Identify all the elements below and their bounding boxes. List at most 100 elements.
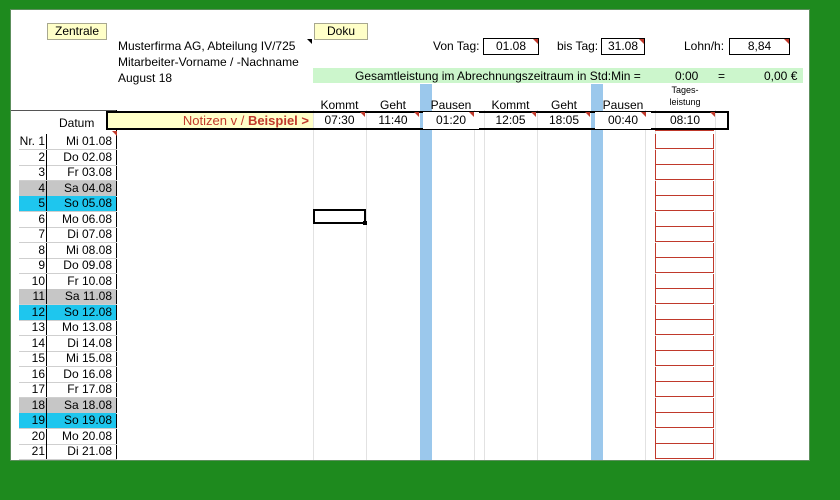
summary-bar: Gesamtleistung im Abrechnungszeitraum in… bbox=[313, 68, 803, 83]
tagesleistung-cell bbox=[655, 150, 714, 165]
example-kommt-1[interactable]: 07:30 bbox=[313, 112, 366, 129]
row-number: 21 bbox=[31, 444, 45, 458]
row-date[interactable]: So 19.08 bbox=[47, 413, 116, 428]
grid-line bbox=[313, 110, 314, 460]
row-date[interactable]: Fr 03.08 bbox=[47, 165, 116, 180]
tagesleistung-cell bbox=[655, 212, 714, 227]
tagesleistung-cell bbox=[655, 289, 714, 304]
header-pausen-2: Pausen bbox=[602, 98, 644, 112]
row-number: 15 bbox=[31, 351, 45, 365]
row-date[interactable]: Mi 01.08 bbox=[47, 134, 116, 149]
selected-cell[interactable] bbox=[313, 209, 367, 225]
row-number: 18 bbox=[31, 398, 45, 412]
tagesleistung-cell bbox=[655, 320, 714, 335]
tagesleistung-cell bbox=[655, 258, 714, 273]
header-kommt-1: Kommt bbox=[320, 98, 359, 112]
comment-marker bbox=[585, 112, 590, 117]
bis-tag-field[interactable]: 31.08 bbox=[601, 38, 645, 55]
lohn-value: 8,84 bbox=[747, 39, 772, 53]
tagesleistung-cell bbox=[655, 274, 714, 289]
row-date[interactable]: Mi 15.08 bbox=[47, 351, 116, 366]
comment-marker bbox=[533, 39, 538, 44]
row-line bbox=[19, 459, 117, 460]
header-datum: Datum bbox=[59, 116, 95, 130]
header-tages-line1: Tages- bbox=[671, 85, 699, 95]
summary-label: Gesamtleistung im Abrechnungszeitraum in… bbox=[355, 69, 641, 83]
row-number: 14 bbox=[31, 336, 45, 350]
doku-button[interactable]: Doku bbox=[314, 23, 368, 40]
row-number: Nr. 1 bbox=[19, 134, 45, 148]
header-tages-line2: leistung bbox=[669, 97, 701, 107]
tagesleistung-cell bbox=[655, 413, 714, 428]
row-date[interactable]: Di 14.08 bbox=[47, 336, 116, 351]
month-label[interactable]: August 18 bbox=[118, 71, 172, 85]
zentrale-button[interactable]: Zentrale bbox=[47, 23, 107, 40]
tagesleistung-cell bbox=[655, 429, 714, 444]
row-number: 6 bbox=[38, 212, 45, 226]
example-geht-1[interactable]: 11:40 bbox=[366, 112, 420, 129]
grid-line bbox=[715, 110, 716, 460]
row-date[interactable]: Mo 13.08 bbox=[47, 320, 116, 335]
company-name[interactable]: Musterfirma AG, Abteilung IV/725 bbox=[118, 39, 295, 53]
comment-marker bbox=[639, 39, 644, 44]
summary-amount: 0,00 € bbox=[764, 69, 798, 83]
von-tag-label: Von Tag: bbox=[433, 39, 480, 53]
row-date[interactable]: So 05.08 bbox=[47, 196, 116, 211]
row-date[interactable]: Do 16.08 bbox=[47, 367, 116, 382]
grid-line bbox=[537, 110, 538, 460]
tagesleistung-cell bbox=[655, 444, 714, 459]
lohn-field[interactable]: 8,84 bbox=[729, 38, 790, 55]
grid-line bbox=[366, 110, 367, 460]
row-date[interactable]: So 12.08 bbox=[47, 305, 116, 320]
pausen-column-1 bbox=[420, 84, 432, 460]
row-number: 3 bbox=[38, 165, 45, 179]
example-geht-2[interactable]: 18:05 bbox=[537, 112, 591, 129]
row-number: 20 bbox=[31, 429, 45, 443]
row-date[interactable]: Sa 11.08 bbox=[47, 289, 116, 304]
row-date[interactable]: Sa 04.08 bbox=[47, 181, 116, 196]
row-date[interactable]: Mo 20.08 bbox=[47, 429, 116, 444]
row-number: 2 bbox=[38, 150, 45, 164]
row-number: 17 bbox=[31, 382, 45, 396]
lohn-label: Lohn/h: bbox=[684, 39, 725, 53]
beispiel-label: Beispiel > bbox=[247, 113, 309, 128]
tagesleistung-cell bbox=[655, 351, 714, 366]
von-tag-field[interactable]: 01.08 bbox=[483, 38, 539, 55]
row-number: 19 bbox=[31, 413, 45, 427]
notizen-cell[interactable]: Notizen v / Beispiel > bbox=[108, 113, 313, 128]
fill-handle[interactable] bbox=[363, 221, 367, 225]
comment-marker bbox=[469, 112, 474, 117]
example-kommt-2[interactable]: 12:05 bbox=[484, 112, 537, 129]
row-date[interactable]: Di 21.08 bbox=[47, 444, 116, 459]
header-geht-1: Geht bbox=[379, 98, 406, 112]
header-kommt-2: Kommt bbox=[491, 98, 530, 112]
tagesleistung-cell bbox=[655, 134, 714, 149]
row-date[interactable]: Fr 10.08 bbox=[47, 274, 116, 289]
tagesleistung-cell bbox=[655, 336, 714, 351]
row-date[interactable]: Do 09.08 bbox=[47, 258, 116, 273]
row-date[interactable]: Fr 17.08 bbox=[47, 382, 116, 397]
tagesleistung-top-border bbox=[655, 130, 714, 131]
row-date[interactable]: Sa 18.08 bbox=[47, 398, 116, 413]
comment-marker bbox=[641, 112, 646, 117]
tagesleistung-cell bbox=[655, 382, 714, 397]
tagesleistung-cell bbox=[655, 243, 714, 258]
comment-marker bbox=[360, 112, 365, 117]
bis-tag-value: 31.08 bbox=[607, 39, 639, 53]
bis-tag-label: bis Tag: bbox=[557, 39, 599, 53]
summary-time: 0:00 bbox=[675, 69, 699, 83]
row-number: 4 bbox=[38, 181, 45, 195]
tagesleistung-cell bbox=[655, 181, 714, 196]
row-number: 7 bbox=[38, 227, 45, 241]
row-date[interactable]: Do 02.08 bbox=[47, 150, 116, 165]
row-date[interactable]: Di 07.08 bbox=[47, 227, 116, 242]
header-geht-2: Geht bbox=[550, 98, 577, 112]
tagesleistung-cell bbox=[655, 367, 714, 382]
header-separator bbox=[11, 110, 117, 111]
tagesleistung-cell bbox=[655, 165, 714, 180]
tagesleistung-cell bbox=[655, 227, 714, 242]
employee-name[interactable]: Mitarbeiter-Vorname / -Nachname bbox=[118, 55, 299, 69]
row-date[interactable]: Mo 06.08 bbox=[47, 212, 116, 227]
row-date[interactable]: Mi 08.08 bbox=[47, 243, 116, 258]
header-pausen-1: Pausen bbox=[430, 98, 472, 112]
